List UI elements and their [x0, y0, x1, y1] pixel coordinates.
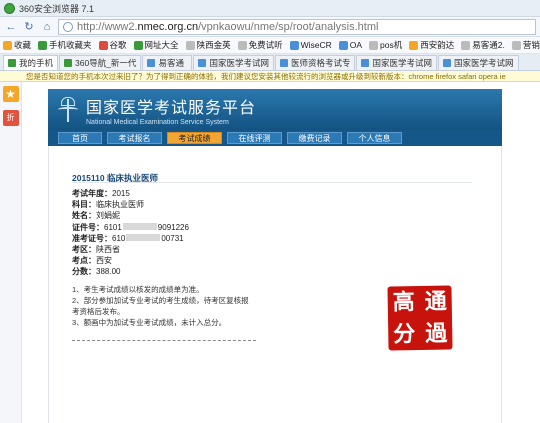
- bookmark-item[interactable]: pos机: [369, 39, 402, 51]
- field-id-number: 证件号： 6101 9091226: [72, 222, 189, 232]
- note-line: 考资格后发布。: [72, 307, 125, 316]
- url-path: /vpnkaowu/nme/sp/root/analysis.html: [198, 20, 379, 33]
- nav-personal-info[interactable]: 个人信息: [347, 132, 402, 144]
- pass-stamp: 高 通 分 過: [387, 285, 453, 351]
- bookmarks-bar: 收藏 手机收藏夹 谷歌 网址大全 陕西金英 免费试听 WiseCR OA pos…: [0, 37, 540, 54]
- window-title: 360安全浏览器 7.1: [19, 3, 95, 14]
- bookmark-item[interactable]: 易客通2.: [461, 39, 505, 51]
- field-admission-number: 准考证号： 610 00731: [72, 233, 184, 243]
- url-domain: nmec.org.cn: [137, 20, 199, 33]
- favorites-star-icon[interactable]: ★: [2, 86, 19, 102]
- bookmark-item[interactable]: WiseCR: [289, 40, 332, 50]
- bookmark-item[interactable]: 网址大全: [133, 39, 179, 51]
- tab-item[interactable]: 医师资格考试专: [274, 55, 356, 70]
- bookmark-icon: [98, 40, 108, 50]
- bookmark-item[interactable]: 西安韵达: [409, 39, 454, 51]
- score-details: 考试年度： 2015 科目： 临床执业医师 姓名： 刘娟妮 证件号： 6101 90912…: [72, 188, 189, 278]
- bookmark-item[interactable]: 谷歌: [98, 39, 127, 51]
- field-subject: 科目： 临床执业医师: [72, 200, 144, 210]
- bookmark-item[interactable]: OA: [338, 40, 362, 50]
- nav-exam-scores[interactable]: 考试成绩: [167, 132, 222, 144]
- field-exam-site: 考点： 西安: [72, 256, 112, 266]
- field-score: 分数： 388.00: [72, 267, 121, 277]
- tab-item[interactable]: 国家医学考试网: [437, 55, 519, 70]
- tab-item[interactable]: 国家医学考试网: [356, 55, 437, 70]
- note-line: 3、额画中为加试专业考试成绩，未计入总分。: [72, 318, 227, 327]
- site-nav: 首页 考试报名 考试成绩 在线评测 缴费记录 个人信息: [48, 130, 502, 146]
- tab-favicon-icon: [8, 59, 16, 67]
- globe-icon: [63, 21, 73, 32]
- bookmark-item[interactable]: 免费试听: [237, 39, 283, 51]
- url-prefix: http://www2.: [77, 20, 138, 33]
- bookmark-item[interactable]: 陕西金英: [185, 39, 231, 51]
- bookmark-item[interactable]: 手机收藏夹: [38, 39, 92, 51]
- bookmark-item[interactable]: 营销魔坊: [511, 39, 540, 51]
- bookmark-icon: [38, 40, 48, 50]
- bookmark-icon: [461, 40, 471, 50]
- site-title: 国家医学考试服务平台: [86, 99, 257, 117]
- tab-item[interactable]: 易客通: [142, 55, 193, 70]
- discount-icon[interactable]: 折: [2, 110, 19, 126]
- url-input[interactable]: http://www2. nmec.org.cn/vpnkaowu/nme/sp/…: [58, 18, 536, 35]
- dashed-divider: [72, 340, 256, 341]
- star-icon: [3, 40, 12, 50]
- back-icon[interactable]: ←: [4, 20, 18, 34]
- tab-favicon-icon: [279, 59, 288, 67]
- medical-emblem-icon: [58, 96, 78, 123]
- tab-favicon-icon: [361, 59, 370, 67]
- redacted-block: [126, 233, 161, 241]
- window-titlebar: 360安全浏览器 7.1: [0, 0, 540, 17]
- bookmark-icon: [369, 40, 379, 50]
- refresh-icon[interactable]: ↻: [22, 20, 36, 34]
- tab-favicon-icon: [442, 59, 451, 67]
- score-notes: 1、考生考试成绩以核发的成绩单为准。 2、部分参加加试专业考试的考生成绩，待考区…: [72, 284, 249, 328]
- sidebar-tools: ★ 折: [0, 82, 22, 423]
- field-name: 姓名： 刘娟妮: [72, 211, 120, 221]
- tab-item[interactable]: 360导航_新一代: [59, 55, 142, 70]
- nav-payment-records[interactable]: 缴费记录: [287, 132, 342, 144]
- bookmark-icon: [185, 40, 195, 50]
- site-banner: 国家医学考试服务平台 National Medical Examination …: [48, 89, 502, 130]
- bookmark-icon: [409, 40, 419, 50]
- nav-online-assessment[interactable]: 在线评测: [227, 132, 282, 144]
- tab-favicon-icon: [64, 59, 73, 67]
- nav-registration[interactable]: 考试报名: [107, 132, 162, 144]
- note-line: 2、部分参加加试专业考试的考生成绩，待考区复核报: [72, 296, 249, 305]
- tab-strip: 我的手机 360导航_新一代 易客通 国家医学考试网 医师资格考试专 国家医学考…: [0, 54, 540, 71]
- tab-favicon-icon: [147, 59, 156, 67]
- address-toolbar: ← ↻ ⌂ http://www2. nmec.org.cn/vpnkaowu/n…: [0, 17, 540, 37]
- bookmark-icon: [289, 40, 299, 50]
- home-icon[interactable]: ⌂: [40, 20, 54, 34]
- tab-item[interactable]: 国家医学考试网: [193, 55, 274, 70]
- bookmark-icon: [237, 40, 247, 50]
- bookmark-icon: [133, 40, 143, 50]
- field-exam-region: 考区： 陕西省: [72, 245, 120, 255]
- field-year: 考试年度： 2015: [72, 189, 130, 198]
- heading-divider: [72, 182, 472, 183]
- bookmark-icon: [338, 40, 348, 50]
- tab-my-phone[interactable]: 我的手机: [3, 55, 59, 70]
- nav-home[interactable]: 首页: [58, 132, 102, 144]
- note-line: 1、考生考试成绩以核发的成绩单为准。: [72, 285, 204, 294]
- bookmark-favorites[interactable]: 收藏: [3, 39, 31, 51]
- redacted-block: [122, 222, 157, 230]
- browser-warning-bar: 您是否知道您的手机本次过来旧了？为了得到正确的体验，我们建议您安装其他较流行的浏…: [0, 71, 540, 82]
- tab-favicon-icon: [198, 59, 207, 67]
- browser-logo-icon: [4, 2, 15, 14]
- bookmark-icon: [511, 40, 521, 50]
- site-subtitle: National Medical Examination Service Sys…: [86, 118, 229, 126]
